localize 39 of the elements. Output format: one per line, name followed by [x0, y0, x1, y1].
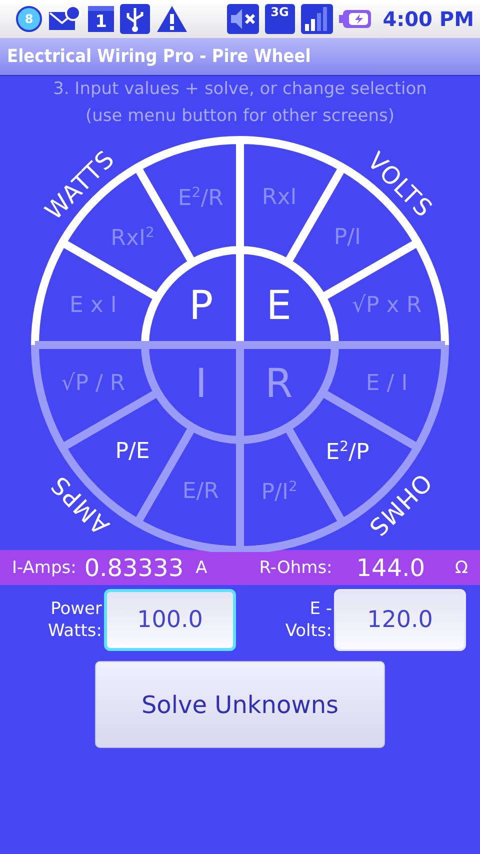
formula-option[interactable]: E x I: [69, 294, 117, 317]
quantity-letter[interactable]: P: [189, 286, 214, 326]
notification-badge: 8: [16, 6, 42, 32]
result-value: 144.0: [356, 554, 425, 582]
field-label: Power Watts:: [46, 598, 102, 642]
result-label: I-Amps:: [12, 558, 76, 578]
muted-speaker-icon: [226, 4, 259, 34]
instruction-text: 3. Input values + solve, or change selection: [53, 78, 427, 101]
formula-option[interactable]: E/R: [182, 480, 219, 503]
solve-button[interactable]: Solve Unknowns: [95, 661, 385, 748]
calendar-icon: 1: [88, 6, 114, 32]
network-icon: 3G: [264, 4, 295, 34]
formula-option[interactable]: RxI$^{2}$: [110, 226, 154, 250]
formula-option[interactable]: E / I: [366, 373, 408, 396]
usb-icon: [120, 4, 150, 34]
formula-option[interactable]: P/E: [115, 441, 150, 464]
result-unit: Ω: [455, 558, 468, 578]
formula-option[interactable]: E$^{2}$/P: [326, 440, 370, 464]
formula-option[interactable]: P/I: [334, 226, 362, 249]
wheel-quadrant-outline[interactable]: [236, 341, 449, 552]
result-label: R-Ohms:: [259, 558, 332, 578]
quantity-letter[interactable]: R: [265, 364, 293, 404]
formula-option[interactable]: √P / R: [61, 373, 126, 396]
warning-icon: [156, 4, 188, 34]
clock: 4:00 PM: [382, 7, 474, 31]
quantity-letter[interactable]: E: [266, 286, 292, 326]
input-field[interactable]: 100.0: [104, 589, 236, 651]
formula-option[interactable]: E$^{2}$/R: [178, 186, 224, 210]
field-label: E - Volts:: [284, 598, 332, 642]
signal-icon: [300, 4, 333, 34]
quantity-letter[interactable]: I: [195, 364, 207, 404]
formula-option[interactable]: P/I$^{2}$: [261, 480, 298, 504]
result-unit: A: [196, 558, 208, 578]
formula-option[interactable]: √P x R: [352, 294, 422, 317]
result-value: 0.83333: [84, 554, 184, 582]
input-field[interactable]: 120.0: [334, 589, 466, 651]
instruction-text: (use menu button for other screens): [85, 105, 395, 128]
app-title: Electrical Wiring Pro - Pire Wheel: [7, 46, 311, 67]
formula-option[interactable]: RxI: [262, 187, 297, 210]
